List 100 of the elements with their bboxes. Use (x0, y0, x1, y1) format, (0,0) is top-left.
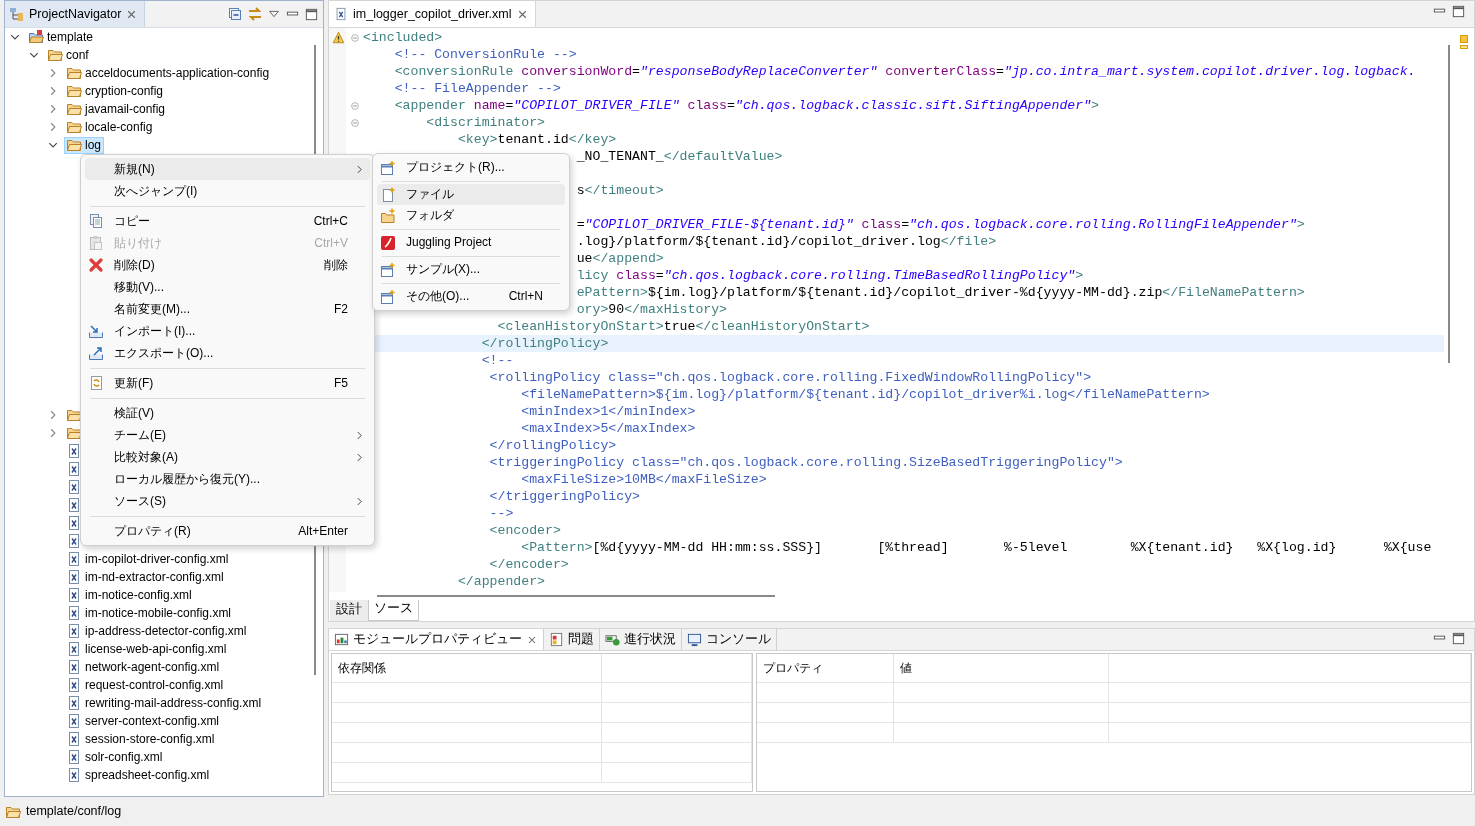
code-line: </rollingPolicy> (489, 437, 617, 454)
menu-item[interactable]: チーム(E) (85, 424, 370, 446)
import-icon (88, 323, 104, 339)
folder-icon (66, 83, 82, 99)
chart-window-icon (334, 632, 349, 647)
code-line: <cleanHistoryOnStart>true</cleanHistoryOnStart> (497, 318, 870, 335)
tree-item[interactable]: javamail-config (64, 100, 169, 118)
code-line: <key>tenant.id</key> (457, 131, 617, 148)
menu-item[interactable]: プロパティ(R) Alt+Enter (85, 520, 370, 542)
xml-file-icon (66, 587, 82, 603)
menu-item[interactable]: プロジェクト(R)... (377, 157, 565, 178)
code-line: </appender> (457, 573, 545, 590)
menu-item[interactable]: 名前変更(M)... F2 (85, 298, 370, 320)
new-file-icon (380, 186, 396, 203)
column-header[interactable]: プロパティ (757, 654, 893, 682)
menu-item[interactable]: コピー Ctrl+C (85, 210, 370, 232)
code-line: .log}/platform/${tenant.id}/copilot_driver.log</file> (576, 233, 997, 250)
menu-item[interactable]: サンプル(X)... (377, 259, 565, 280)
code-line: <discriminator> (426, 114, 545, 131)
menu-item[interactable]: ソース(S) (85, 490, 370, 512)
tree-item[interactable]: im-nd-extractor-config.xml (64, 568, 227, 586)
column-header[interactable]: 値 (893, 654, 1108, 682)
menu-item[interactable]: 新規(N) (85, 158, 370, 180)
code-line: --> (489, 505, 514, 522)
tree-item[interactable]: server-context-config.xml (64, 712, 223, 730)
xml-file-icon (66, 695, 82, 711)
tree-item[interactable]: session-store-config.xml (64, 730, 218, 748)
new-project-icon (380, 159, 396, 176)
code-line: <minIndex>1</minIndex> (521, 403, 696, 420)
code-line: _NO_TENANT_</defaultValue> (576, 148, 783, 165)
editor-tab[interactable]: im_logger_copilot_driver.xml (329, 1, 537, 27)
xml-file-icon (66, 569, 82, 585)
menu-item[interactable]: 次へジャンプ(I) (85, 180, 370, 202)
tree-item[interactable]: ip-address-detector-config.xml (64, 622, 250, 640)
xml-file-icon (66, 731, 82, 747)
folder-icon (66, 119, 82, 135)
code-line: <conversionRule conversionWord="responseBodyReplaceConverter" converterClass="jp.co.intra_mart.system.copilot.driver.log.logback. (394, 63, 1416, 80)
menu-item[interactable]: 比較対象(A) (85, 446, 370, 468)
tree-item[interactable]: conf (45, 46, 92, 64)
tree-item[interactable]: im-notice-mobile-config.xml (64, 604, 235, 622)
tree-item[interactable]: rewriting-mail-address-config.xml (64, 694, 265, 712)
tree-item[interactable]: license-web-api-config.xml (64, 640, 230, 658)
tree-item[interactable]: im-copilot-driver-config.xml (64, 550, 232, 568)
maximize-icon[interactable] (304, 6, 319, 22)
xml-file-icon (66, 605, 82, 621)
copy-icon (88, 213, 104, 229)
collapse-all-icon[interactable] (227, 6, 243, 22)
menu-item[interactable]: Juggling Project (377, 232, 565, 253)
xml-file-icon (66, 551, 82, 567)
scrollbar-thumb[interactable] (1448, 45, 1450, 363)
folder-icon (66, 137, 82, 153)
tree-item[interactable]: spreadsheet-config.xml (64, 766, 213, 784)
code-line: <rollingPolicy class="ch.qos.logback.core.rolling.FixedWindowRollingPolicy"> (489, 369, 1092, 386)
code-line: <Pattern>[%d{yyyy-MM-dd HH:mm:ss.SSS}] [%thread] %-5level %X{tenant.id} %X{log.id} %X{use (521, 539, 1432, 556)
view-tab[interactable]: ProjectNavigator (5, 1, 146, 27)
xml-file-icon (66, 659, 82, 675)
menu-item[interactable]: 更新(F) F5 (85, 372, 370, 394)
menu-item[interactable]: 削除(D) 削除 (85, 254, 370, 276)
problems-icon (549, 632, 564, 647)
code-line: <!-- FileAppender --> (394, 80, 561, 97)
panel-tab[interactable]: モジュールプロパティビュー (329, 629, 544, 650)
two-way-arrows-icon[interactable] (247, 6, 263, 22)
menu-item[interactable]: その他(O)... Ctrl+N (377, 286, 565, 307)
tree-item[interactable]: template (26, 28, 97, 46)
menu-item[interactable]: 移動(V)... (85, 276, 370, 298)
warning-marker[interactable] (1460, 35, 1468, 43)
scrollbar-thumb[interactable] (377, 595, 775, 597)
code-line: <triggeringPolicy class="ch.qos.logback.core.rolling.SizeBasedTriggeringPolicy"> (489, 454, 1123, 471)
menu-item[interactable]: ファイル (377, 184, 565, 205)
xml-file-icon (66, 623, 82, 639)
occurrence-marker[interactable] (1460, 45, 1468, 49)
menu-item[interactable]: ローカル履歴から復元(Y)... (85, 468, 370, 490)
tree-item[interactable]: cryption-config (64, 82, 167, 100)
code-line: ue</append> (576, 250, 664, 267)
column-header[interactable]: 依存関係 (332, 654, 602, 682)
tree-item[interactable]: acceldocuments-application-config (64, 64, 273, 82)
tree-item[interactable]: solr-config.xml (64, 748, 166, 766)
navigator-icon (9, 6, 25, 22)
tree-item[interactable]: network-agent-config.xml (64, 658, 223, 676)
code-line: </rollingPolicy> (481, 335, 609, 352)
tree-item[interactable]: request-control-config.xml (64, 676, 227, 694)
folder-icon (66, 101, 82, 117)
status-path: template/conf/log (26, 804, 122, 819)
clipboard-icon (88, 235, 104, 251)
menu-item[interactable]: フォルダ (377, 205, 565, 226)
view-tab[interactable]: ソース (368, 600, 419, 621)
menu-item[interactable]: エクスポート(O)... (85, 342, 370, 364)
view-tab[interactable]: 設計 (330, 600, 368, 621)
code-line: <appender name="COPILOT_DRIVER_FILE" class="ch.qos.logback.classic.sift.SiftingAppender"> (394, 97, 1099, 114)
menu-item[interactable]: 検証(V) (85, 402, 370, 424)
tree-item[interactable]: im-notice-config.xml (64, 586, 195, 604)
menu-item[interactable]: インポート(I)... (85, 320, 370, 342)
tree-item[interactable]: locale-config (64, 118, 156, 136)
code-line: <maxFileSize>10MB</maxFileSize> (521, 471, 767, 488)
code-line: <encoder> (489, 522, 561, 539)
code-line: ePattern>${im.log}/platform/${tenant.id}/copilot_driver-%d{yyyy-MM-dd}.zip</FileNamePattern> (576, 284, 1305, 301)
maximize-icon[interactable] (1451, 4, 1466, 19)
maximize-icon[interactable] (1451, 631, 1466, 646)
tree-item[interactable]: log (64, 136, 104, 154)
new-folder-icon (380, 207, 396, 224)
